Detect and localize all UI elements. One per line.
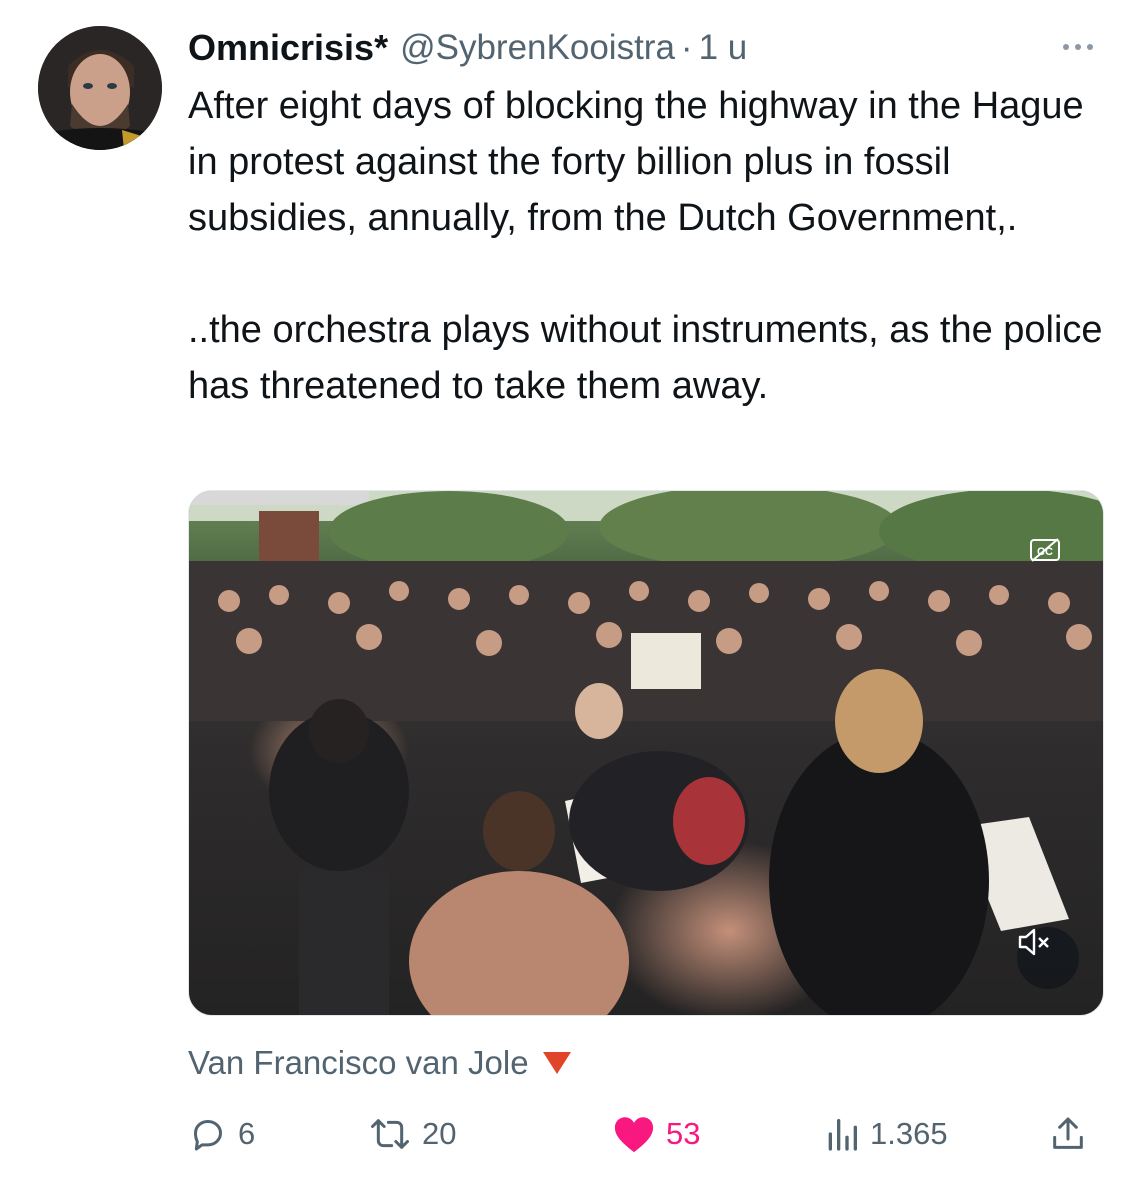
avatar-photo xyxy=(38,26,162,150)
media-attribution[interactable]: Van Francisco van Jole xyxy=(188,1040,571,1086)
share-button[interactable] xyxy=(1048,1110,1088,1158)
tweet-paragraph-1: After eight days of blocking the highway… xyxy=(188,85,1084,239)
tweet-header: Omnicrisis* @SybrenKooistra · 1 u xyxy=(188,22,1097,74)
timestamp[interactable]: 1 u xyxy=(699,28,748,68)
red-triangle-icon xyxy=(542,1052,571,1074)
avatar[interactable] xyxy=(38,26,162,150)
like-button[interactable]: 53 xyxy=(612,1110,700,1158)
reply-count: 6 xyxy=(238,1116,256,1151)
video-player[interactable]: CC xyxy=(188,490,1104,1016)
views-count: 1.365 xyxy=(870,1116,948,1151)
like-count: 53 xyxy=(666,1116,701,1151)
reply-button[interactable]: 6 xyxy=(188,1110,255,1158)
share-upload-icon xyxy=(1053,1117,1083,1149)
views-button[interactable]: 1.365 xyxy=(824,1110,948,1158)
attribution-text: Van Francisco van Jole xyxy=(188,1044,529,1081)
volume-muted-icon[interactable] xyxy=(1017,927,1079,989)
svg-text:CC: CC xyxy=(1037,546,1053,558)
user-handle[interactable]: @SybrenKooistra xyxy=(400,28,675,68)
views-chart-icon xyxy=(828,1119,857,1151)
heart-filled-icon xyxy=(614,1117,654,1153)
retweet-icon xyxy=(371,1119,409,1149)
tweet-actions-bar: 6 20 53 1.365 xyxy=(188,1110,1102,1158)
display-name[interactable]: Omnicrisis* xyxy=(188,27,388,69)
captions-off-icon[interactable]: CC xyxy=(1029,537,1061,563)
retweet-button[interactable]: 20 xyxy=(368,1110,456,1158)
reply-icon xyxy=(194,1120,222,1151)
more-options-icon[interactable] xyxy=(1063,32,1093,62)
separator-dot: · xyxy=(680,28,693,67)
video-frame xyxy=(189,491,1103,1015)
tweet-text: After eight days of blocking the highway… xyxy=(188,78,1108,414)
tweet-paragraph-2: ..the orchestra plays without instrument… xyxy=(188,309,1103,407)
retweet-count: 20 xyxy=(422,1116,457,1151)
